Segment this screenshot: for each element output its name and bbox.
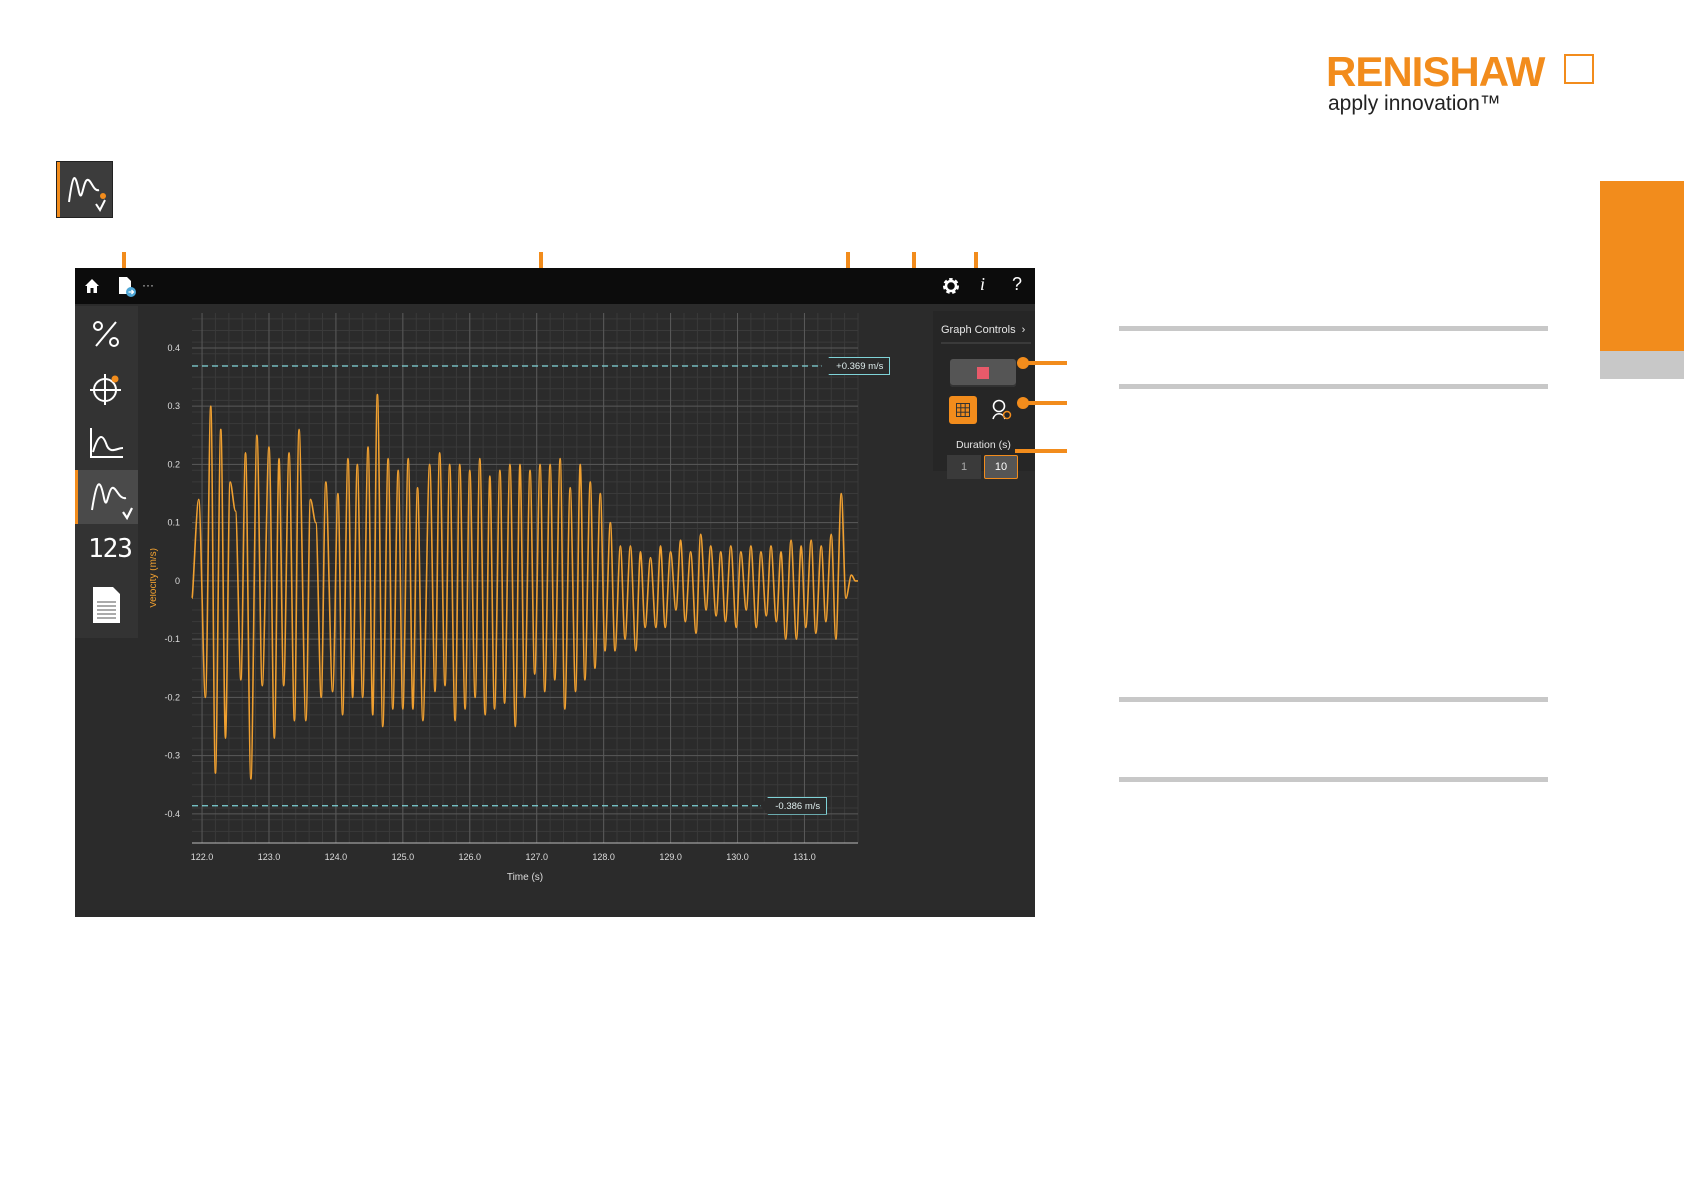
- numeric-123-icon: 123: [88, 534, 133, 564]
- top-bar: ··· i ?: [75, 268, 1035, 304]
- x-tick-label: 131.0: [793, 852, 816, 862]
- file-export-icon[interactable]: [117, 276, 137, 298]
- y-tick-label: -0.3: [164, 751, 180, 761]
- x-tick-label: 129.0: [659, 852, 682, 862]
- crosshair-icon: [90, 374, 121, 405]
- gear-icon[interactable]: [941, 276, 961, 296]
- sidebar-item-target[interactable]: [75, 362, 138, 416]
- duration-option-10[interactable]: 10: [984, 455, 1018, 479]
- x-tick-label: 130.0: [726, 852, 749, 862]
- duration-option-1[interactable]: 1: [947, 455, 981, 479]
- sidebar-item-dynamic[interactable]: [75, 470, 138, 524]
- x-tick-label: 127.0: [525, 852, 548, 862]
- logo-brand: RENISHAW: [1326, 48, 1545, 95]
- x-tick-label: 125.0: [392, 852, 415, 862]
- sidebar-item-curve[interactable]: [75, 416, 138, 470]
- annotation-rule: [1119, 384, 1548, 389]
- renishaw-logo: RENISHAW apply innovation™: [1326, 50, 1606, 120]
- section-tab-secondary: [1600, 351, 1684, 379]
- grid-icon: [956, 403, 970, 417]
- report-icon: [93, 587, 120, 623]
- menu-more[interactable]: ···: [142, 278, 154, 292]
- callout-line: [1023, 401, 1067, 405]
- x-tick-label: 126.0: [459, 852, 482, 862]
- y-axis-label: Velocity (m/s): [150, 548, 159, 608]
- stop-button[interactable]: [950, 359, 1016, 387]
- x-axis-label: Time (s): [507, 872, 543, 883]
- y-tick-label: 0.3: [167, 401, 180, 411]
- y-tick-label: -0.4: [164, 809, 180, 819]
- x-tick-label: 123.0: [258, 852, 281, 862]
- annotation-rule: [1119, 777, 1548, 782]
- app-window: ··· i ? 123 0.4 0.3 0.2 0.1 0 -0.1 -0.2 …: [75, 268, 1035, 917]
- sidebar-item-numeric[interactable]: 123: [75, 524, 138, 578]
- zoom-reset-icon[interactable]: [991, 398, 1013, 422]
- logo-tagline: apply innovation™: [1328, 92, 1501, 115]
- y-axis-ticks: 0.4 0.3 0.2 0.1 0 -0.1 -0.2 -0.3 -0.4: [164, 343, 180, 819]
- graph-controls-title[interactable]: Graph Controls ›: [941, 324, 1025, 336]
- x-tick-label: 124.0: [325, 852, 348, 862]
- sidebar-item-report[interactable]: [75, 578, 138, 632]
- y-tick-label: -0.1: [164, 634, 180, 644]
- upper-limit-badge: +0.369 m/s: [821, 357, 891, 375]
- graph-controls-panel: Graph Controls › Duration (s) 1 10: [933, 311, 1035, 479]
- duration-label: Duration (s): [956, 439, 1011, 451]
- stop-icon: [977, 367, 989, 379]
- mode-sidebar: 123: [75, 306, 138, 638]
- annotation-rule: [1119, 697, 1548, 702]
- x-axis-ticks: 122.0 123.0 124.0 125.0 126.0 127.0 128.0 129.0…: [191, 852, 816, 862]
- x-tick-label: 122.0: [191, 852, 214, 862]
- section-tab: [1600, 181, 1684, 351]
- curve-icon: [90, 428, 124, 458]
- logo-mark-icon: [1564, 54, 1594, 84]
- y-tick-label: -0.2: [164, 692, 180, 702]
- dynamic-mode-icon: [56, 161, 113, 218]
- callout-line: [1015, 449, 1067, 453]
- callout-line: [1023, 361, 1067, 365]
- home-icon[interactable]: [84, 278, 100, 294]
- sidebar-item-percentage[interactable]: [75, 308, 138, 362]
- y-tick-label: 0.1: [167, 518, 180, 528]
- percent-icon: [93, 321, 119, 347]
- annotation-rule: [1119, 326, 1548, 331]
- grid-toggle-button[interactable]: [949, 396, 977, 424]
- x-tick-label: 128.0: [592, 852, 615, 862]
- info-icon[interactable]: i: [980, 274, 985, 295]
- divider: [941, 342, 1031, 344]
- velocity-waveform-icon: [91, 483, 133, 520]
- callout-dot: [1017, 397, 1029, 409]
- y-tick-label: 0.2: [167, 459, 180, 469]
- help-icon[interactable]: ?: [1012, 274, 1022, 295]
- callout-dot: [1017, 357, 1029, 369]
- y-tick-label: 0.4: [167, 343, 180, 353]
- lower-limit-badge: -0.386 m/s: [760, 796, 828, 815]
- y-tick-label: 0: [175, 576, 180, 586]
